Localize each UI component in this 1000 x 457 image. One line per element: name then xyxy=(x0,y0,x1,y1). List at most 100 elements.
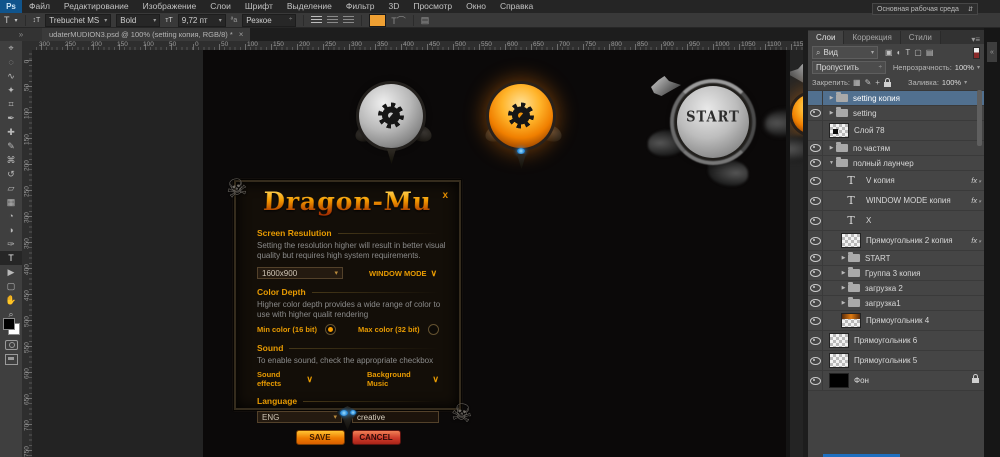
menu-item-слои[interactable]: Слои xyxy=(203,0,238,13)
opacity-value[interactable]: 100% xyxy=(955,63,974,72)
layer-row[interactable]: ▶START xyxy=(808,251,984,266)
expander-icon[interactable]: ▶ xyxy=(827,95,836,101)
chevron-down-icon[interactable]: ▾ xyxy=(977,64,980,71)
panel-tab-стили[interactable]: Стили xyxy=(901,31,941,44)
layer-row[interactable]: ▼полный лаунчер xyxy=(808,156,984,171)
lock-paint-icon[interactable]: ✎ xyxy=(865,78,872,87)
hand-tool[interactable]: ✋ xyxy=(0,293,22,307)
layer-filter-select[interactable]: ⌕ Вид ▾ xyxy=(812,46,878,59)
layer-row[interactable]: ▶загрузка1 xyxy=(808,296,984,311)
visibility-cell[interactable] xyxy=(808,171,823,190)
fx-badge[interactable]: fx ▾ xyxy=(971,196,981,205)
visibility-cell[interactable] xyxy=(808,251,823,265)
server-name-input[interactable]: creative xyxy=(352,411,439,423)
layer-row[interactable]: Прямоугольник 6 xyxy=(808,331,984,351)
align-center-icon[interactable] xyxy=(327,16,338,25)
expander-icon[interactable]: ▶ xyxy=(839,270,848,276)
expander-icon[interactable]: ▶ xyxy=(827,145,836,151)
tab-close-icon[interactable]: × xyxy=(239,30,244,39)
save-button[interactable]: SAVE xyxy=(296,430,345,445)
blur-tool[interactable]: ◔ xyxy=(0,209,22,223)
marquee-tool[interactable]: ◌ xyxy=(0,55,22,69)
clone-stamp-tool[interactable]: ⌘ xyxy=(0,153,22,167)
panel-tab-слои[interactable]: Слои xyxy=(808,31,844,44)
collapse-toolbar-icon[interactable]: » xyxy=(0,28,42,41)
text-orientation-icon[interactable]: ↕T xyxy=(33,17,41,24)
start-orb[interactable]: START xyxy=(677,86,749,158)
text-color-swatch[interactable] xyxy=(369,14,386,27)
expander-icon[interactable]: ▶ xyxy=(839,285,848,291)
expander-icon[interactable]: ▶ xyxy=(827,110,836,116)
visibility-cell[interactable] xyxy=(808,191,823,210)
menu-item-шрифт[interactable]: Шрифт xyxy=(238,0,280,13)
menu-item-редактирование[interactable]: Редактирование xyxy=(57,0,136,13)
fx-badge[interactable]: fx ▾ xyxy=(971,176,981,185)
align-right-icon[interactable] xyxy=(343,16,354,25)
eyedropper-tool[interactable]: ✒ xyxy=(0,111,22,125)
quick-mask-button[interactable] xyxy=(5,340,18,350)
visibility-cell[interactable] xyxy=(808,371,823,390)
background-music-chevron-icon[interactable]: ∨ xyxy=(432,374,439,385)
lock-all-icon[interactable] xyxy=(884,82,891,87)
path-selection-tool[interactable]: ▶ xyxy=(0,265,22,279)
layer-row[interactable]: TX xyxy=(808,211,984,231)
shape-tool[interactable]: ▢ xyxy=(0,279,22,293)
layer-row[interactable]: Прямоугольник 2 копияfx ▾ xyxy=(808,231,984,251)
healing-brush-tool[interactable]: ✚ xyxy=(0,125,22,139)
menu-item-файл[interactable]: Файл xyxy=(22,0,57,13)
visibility-cell[interactable] xyxy=(808,281,823,295)
resolution-select[interactable]: 1600x900 ▾ xyxy=(257,267,343,279)
filter-adjustment-layers-icon[interactable]: ◐ xyxy=(897,48,902,57)
brush-tool[interactable]: ✎ xyxy=(0,139,22,153)
font-size-select[interactable]: 9,72 пт ▾ xyxy=(178,14,226,27)
foreground-color-swatch[interactable] xyxy=(3,318,15,330)
warp-text-icon[interactable]: T⌒ xyxy=(391,14,406,27)
window-mode-label[interactable]: WINDOW MODE xyxy=(369,269,427,278)
layer-row[interactable]: TV копияfx ▾ xyxy=(808,171,984,191)
visibility-cell[interactable] xyxy=(808,141,823,155)
collapse-dock-icon[interactable]: « xyxy=(987,42,997,62)
lock-transparency-icon[interactable]: ▦ xyxy=(853,78,861,87)
menu-item-фильтр[interactable]: Фильтр xyxy=(339,0,382,13)
sound-effects-label[interactable]: Sound effects xyxy=(257,370,302,388)
menu-item-справка[interactable]: Справка xyxy=(493,0,540,13)
toggle-panels-icon[interactable]: ▤ xyxy=(421,15,430,26)
panel-menu-icon[interactable]: ▾≡ xyxy=(971,35,984,44)
filter-smart-objects-icon[interactable]: ▤ xyxy=(926,48,934,57)
chevron-down-icon[interactable]: ▾ xyxy=(964,79,967,86)
workspace-switcher-button[interactable]: Основная рабочая среда ⇵ xyxy=(872,3,978,15)
filter-pixel-layers-icon[interactable]: ▣ xyxy=(885,48,893,57)
layer-row[interactable]: Прямоугольник 4 xyxy=(808,311,984,331)
fx-badge[interactable]: fx ▾ xyxy=(971,236,981,245)
align-left-icon[interactable] xyxy=(311,16,322,25)
move-tool[interactable]: ⌖ xyxy=(0,41,22,55)
anti-alias-select[interactable]: Резкое ÷ xyxy=(242,14,296,27)
settings-orb-orange[interactable] xyxy=(489,84,553,148)
visibility-cell[interactable] xyxy=(808,296,823,310)
layer-row[interactable]: ▶Группа 3 копия xyxy=(808,266,984,281)
sound-effects-chevron-icon[interactable]: ∨ xyxy=(306,374,313,385)
menu-item-окно[interactable]: Окно xyxy=(459,0,493,13)
cancel-button[interactable]: CANCEL xyxy=(352,430,401,445)
crop-tool[interactable]: ⌗ xyxy=(0,97,22,111)
expander-icon[interactable]: ▶ xyxy=(839,300,848,306)
blend-mode-select[interactable]: Пропустить ÷ xyxy=(812,61,886,74)
settings-orb-silver[interactable] xyxy=(359,84,423,148)
tool-preset-chevron-icon[interactable]: ▾ xyxy=(15,17,18,24)
visibility-cell[interactable] xyxy=(808,91,823,105)
expander-icon[interactable]: ▶ xyxy=(839,255,848,261)
layer-row[interactable]: ▶setting копия xyxy=(808,91,984,106)
history-brush-tool[interactable]: ↺ xyxy=(0,167,22,181)
expander-icon[interactable]: ▼ xyxy=(827,160,836,166)
lock-position-icon[interactable]: + xyxy=(875,78,880,87)
eraser-tool[interactable]: ▱ xyxy=(0,181,22,195)
visibility-cell[interactable] xyxy=(808,121,823,140)
language-select[interactable]: ENG ▾ xyxy=(257,411,342,423)
visibility-cell[interactable] xyxy=(808,156,823,170)
layer-row[interactable]: ▶загрузка 2 xyxy=(808,281,984,296)
gradient-tool[interactable]: ▦ xyxy=(0,195,22,209)
menu-item-просмотр[interactable]: Просмотр xyxy=(406,0,459,13)
filter-type-layers-icon[interactable]: T xyxy=(905,48,910,57)
visibility-cell[interactable] xyxy=(808,351,823,370)
layer-row[interactable]: TWINDOW MODE копияfx ▾ xyxy=(808,191,984,211)
